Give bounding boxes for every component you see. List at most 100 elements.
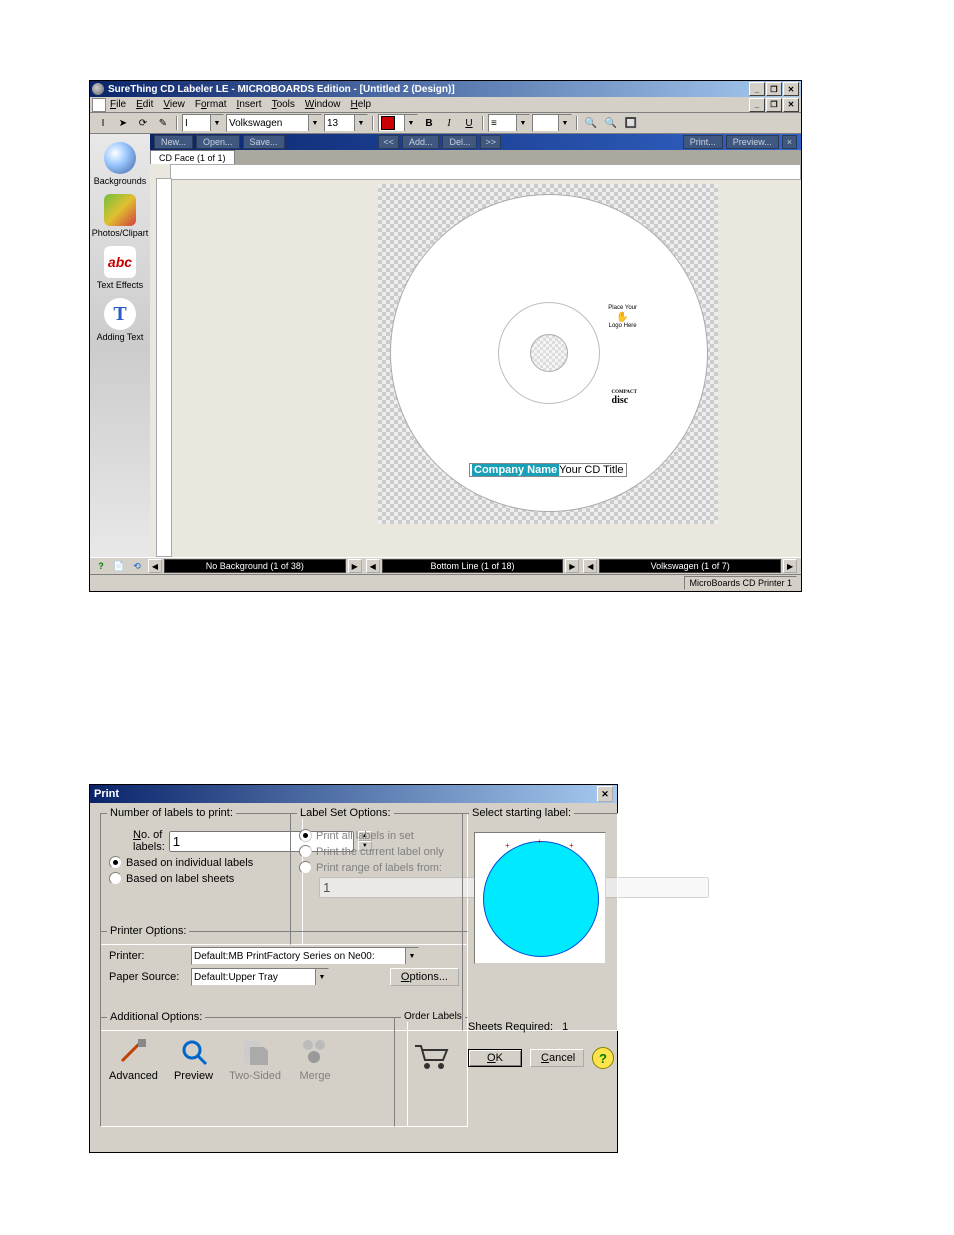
- bg-next-button[interactable]: ▶: [348, 559, 362, 573]
- cd-center-hole: [530, 334, 568, 372]
- radio-print-current[interactable]: [299, 845, 312, 858]
- cd-face-tab[interactable]: CD Face (1 of 1): [150, 150, 235, 164]
- advanced-button[interactable]: Advanced: [109, 1034, 158, 1082]
- preview-option-button[interactable]: Preview: [174, 1034, 213, 1082]
- merge-button: Merge: [297, 1034, 333, 1082]
- printer-combo[interactable]: Default:MB PrintFactory Series on Ne00:▼: [191, 947, 419, 965]
- canvas-area: New... Open... Save... << Add... Del... …: [150, 134, 801, 557]
- layout-selector[interactable]: Bottom Line (1 of 18): [382, 559, 564, 573]
- company-name-text: Company Name: [472, 464, 559, 476]
- font-name-combo[interactable]: Volkswagen▼: [226, 114, 322, 132]
- sidebar-item-label: Adding Text: [97, 332, 144, 342]
- mdi-minimize-button[interactable]: _: [749, 98, 765, 112]
- merge-icon: [297, 1034, 333, 1070]
- starting-label-preview[interactable]: + + +: [474, 832, 606, 964]
- preview-button[interactable]: Preview...: [726, 135, 779, 149]
- save-button[interactable]: Save...: [243, 135, 285, 149]
- radio-print-range[interactable]: [299, 861, 312, 874]
- layout-next-button[interactable]: ▶: [565, 559, 579, 573]
- zoom-in-icon[interactable]: 🔍: [582, 114, 600, 132]
- texteffects-icon: abc: [104, 246, 136, 278]
- radio-print-all[interactable]: [299, 829, 312, 842]
- pointer-tool-icon[interactable]: ➤: [114, 114, 132, 132]
- new-button[interactable]: New...: [154, 135, 193, 149]
- prev-button[interactable]: <<: [378, 135, 399, 149]
- font-size-combo[interactable]: 13▼: [324, 114, 368, 132]
- cancel-button[interactable]: Cancel: [530, 1049, 584, 1067]
- sidebar-item-addingtext[interactable]: T Adding Text: [97, 296, 144, 348]
- menu-window[interactable]: Window: [305, 99, 341, 110]
- ok-button[interactable]: OK: [468, 1049, 522, 1067]
- logo-placeholder[interactable]: Place Your ✋ Logo Here: [608, 305, 637, 329]
- dialog-help-icon[interactable]: ?: [592, 1047, 614, 1069]
- add-button[interactable]: Add...: [402, 135, 440, 149]
- help-icon[interactable]: ?: [94, 559, 108, 573]
- minimize-button[interactable]: _: [749, 82, 765, 96]
- layout-prev-button[interactable]: ◀: [366, 559, 380, 573]
- sidebar-item-backgrounds[interactable]: Backgrounds: [94, 140, 147, 192]
- paper-source-combo[interactable]: Default:Upper Tray▼: [191, 968, 329, 986]
- document-icon: [92, 98, 106, 112]
- close-button[interactable]: ✕: [783, 82, 799, 96]
- del-button[interactable]: Del...: [442, 135, 477, 149]
- radio-sheets[interactable]: [109, 872, 122, 885]
- format-toolbar: I ➤ ⟳ ✎ I▼ Volkswagen▼ 13▼ ▼ B I U ≡▼ ▼ …: [90, 113, 801, 134]
- cd-title-text: Your CD Title: [559, 464, 623, 476]
- list-combo[interactable]: ▼: [532, 114, 572, 132]
- next-button[interactable]: >>: [480, 135, 501, 149]
- menu-tools[interactable]: Tools: [272, 99, 295, 110]
- edit-tool-icon[interactable]: ✎: [154, 114, 172, 132]
- vertical-ruler: [156, 178, 172, 557]
- sheets-required-row: Sheets Required: 1: [468, 1021, 568, 1033]
- wizard-icon[interactable]: 📄: [112, 559, 126, 573]
- underline-button[interactable]: U: [460, 114, 478, 132]
- window-title: SureThing CD Labeler LE - MICROBOARDS Ed…: [108, 84, 455, 95]
- design-surface[interactable]: Place Your ✋ Logo Here COMPACT disc Comp…: [150, 164, 801, 557]
- menu-file[interactable]: File: [110, 99, 126, 110]
- font-selector[interactable]: Volkswagen (1 of 7): [599, 559, 781, 573]
- sidebar-item-photos[interactable]: Photos/Clipart: [92, 192, 149, 244]
- maximize-button[interactable]: ❐: [766, 82, 782, 96]
- dialog-close-button[interactable]: ✕: [597, 786, 613, 802]
- font-prev-button[interactable]: ◀: [583, 559, 597, 573]
- refresh-icon[interactable]: ⟲: [130, 559, 144, 573]
- radio-individual[interactable]: [109, 856, 122, 869]
- menu-edit[interactable]: Edit: [136, 99, 153, 110]
- label-set-options-group: Label Set Options: Print all labels in s…: [290, 813, 468, 945]
- bold-button[interactable]: B: [420, 114, 438, 132]
- font-color-combo[interactable]: ▼: [378, 114, 418, 132]
- align-combo[interactable]: ≡▼: [488, 114, 530, 132]
- radio-individual-label: Based on individual labels: [126, 857, 253, 869]
- zoom-out-icon[interactable]: 🔍: [602, 114, 620, 132]
- additional-options-group: Additional Options: Advanced Preview Two…: [100, 1017, 408, 1127]
- menu-format[interactable]: Format: [195, 99, 227, 110]
- italic-button[interactable]: I: [440, 114, 458, 132]
- cart-icon: [413, 1042, 449, 1070]
- sidebar-item-texteffects[interactable]: abc Text Effects: [97, 244, 143, 296]
- bg-prev-button[interactable]: ◀: [148, 559, 162, 573]
- doc-close-button[interactable]: ×: [782, 135, 797, 149]
- sheets-required-value: 1: [562, 1021, 568, 1033]
- print-button[interactable]: Print...: [683, 135, 723, 149]
- radio-print-all-label: Print all labels in set: [316, 830, 414, 842]
- menu-insert[interactable]: Insert: [237, 99, 262, 110]
- font-next-button[interactable]: ▶: [783, 559, 797, 573]
- order-labels-button[interactable]: [413, 1042, 449, 1070]
- label-preview-circle: [483, 841, 599, 957]
- preview-icon: [176, 1034, 212, 1070]
- zoom-fit-icon[interactable]: 🔲: [622, 114, 640, 132]
- tick-mark: +: [537, 837, 543, 843]
- mdi-restore-button[interactable]: ❐: [766, 98, 782, 112]
- style-combo[interactable]: I▼: [182, 114, 224, 132]
- open-button[interactable]: Open...: [196, 135, 240, 149]
- background-selector[interactable]: No Background (1 of 38): [164, 559, 346, 573]
- text-tool-icon[interactable]: I: [94, 114, 112, 132]
- radio-print-range-label: Print range of labels from:: [316, 862, 442, 874]
- cd-text-field[interactable]: Company Name Your CD Title: [469, 463, 627, 477]
- rotate-tool-icon[interactable]: ⟳: [134, 114, 152, 132]
- menu-help[interactable]: Help: [351, 99, 372, 110]
- group-legend: Label Set Options:: [297, 807, 394, 819]
- mdi-close-button[interactable]: ✕: [783, 98, 799, 112]
- menu-view[interactable]: View: [163, 99, 185, 110]
- printer-options-button[interactable]: Options...: [390, 968, 459, 986]
